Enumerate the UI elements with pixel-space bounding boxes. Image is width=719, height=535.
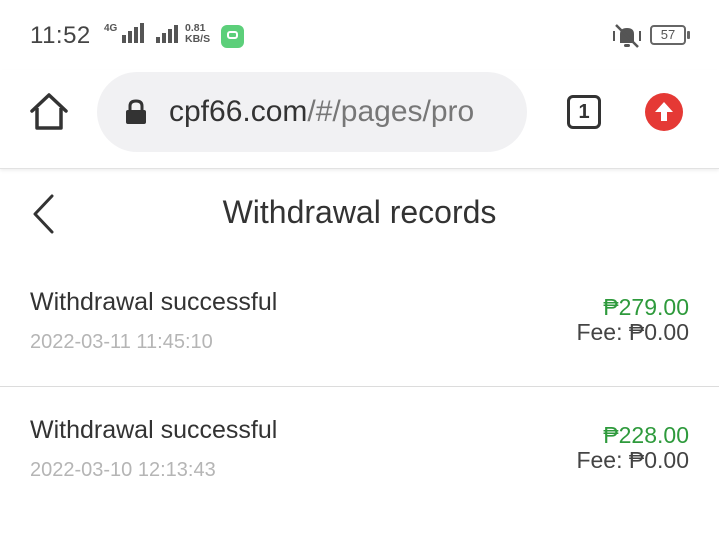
mute-vibrate-icon: [613, 24, 641, 48]
update-arrow-icon[interactable]: [645, 93, 683, 131]
record-time: 2022-03-10 12:13:43: [30, 459, 216, 481]
tabs-button[interactable]: 1: [567, 95, 601, 129]
speed-unit: KB/S: [185, 33, 211, 45]
status-time: 11:52: [30, 22, 91, 49]
url-bar[interactable]: cpf66.com/#/pages/pro: [97, 72, 527, 152]
network-signal: 4G: [104, 23, 179, 43]
signal-bars-1-icon: [122, 23, 145, 43]
record-fee: Fee: ₱0.00: [576, 447, 689, 473]
url-text: cpf66.com/#/pages/pro: [169, 95, 474, 129]
record-row[interactable]: Withdrawal successful 2022-03-11 11:45:1…: [0, 258, 719, 387]
record-fee: Fee: ₱0.00: [576, 319, 689, 345]
signal-bars-2-icon: [156, 23, 179, 43]
page-title: Withdrawal records: [222, 194, 497, 230]
status-bar: 11:52 4G 0.81 KB/S 57: [0, 0, 719, 70]
browser-toolbar: cpf66.com/#/pages/pro 1: [0, 70, 719, 169]
record-amount: ₱228.00: [603, 422, 689, 448]
record-status: Withdrawal successful: [30, 288, 278, 316]
lock-icon: [126, 99, 146, 124]
page-header: Withdrawal records: [0, 169, 719, 259]
record-amount: ₱279.00: [603, 294, 689, 320]
url-path: /#/pages/pro: [307, 95, 475, 128]
network-type: 4G: [104, 23, 118, 34]
record-row[interactable]: Withdrawal successful 2022-03-10 12:13:4…: [0, 386, 719, 514]
network-speed: 0.81 KB/S: [185, 23, 210, 45]
record-time: 2022-03-11 11:45:10: [30, 331, 213, 353]
url-domain: cpf66.com: [169, 95, 308, 128]
record-status: Withdrawal successful: [30, 416, 278, 444]
chat-notification-icon: [221, 25, 244, 48]
battery-icon: 57: [650, 25, 690, 45]
home-icon[interactable]: [27, 90, 71, 134]
